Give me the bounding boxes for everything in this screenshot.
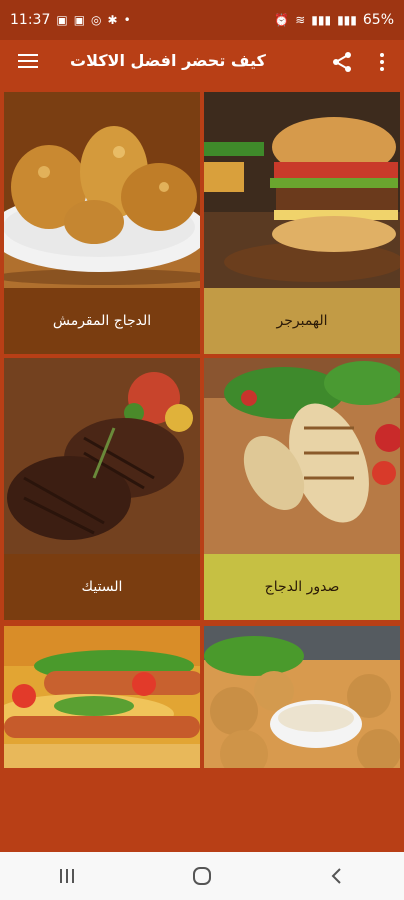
back-icon[interactable] — [317, 860, 357, 892]
recipe-label: الستيك — [4, 554, 200, 620]
recipe-card-chicken-breast[interactable]: صدور الدجاج — [204, 358, 400, 620]
status-bar: 11:37 ▣ ▣ ◎ ✱ • ⏰ ≋ ▮▮▮ ▮▮▮ 65% — [0, 0, 404, 40]
recipe-card-nuggets[interactable] — [204, 626, 400, 768]
more-vert-icon[interactable] — [372, 50, 392, 74]
recipe-card-hotdog[interactable] — [4, 626, 200, 768]
wifi-icon: ≋ — [295, 13, 306, 27]
home-icon[interactable] — [182, 860, 222, 892]
signal-icon: ▮▮▮ — [311, 13, 332, 27]
signal-icon: ▮▮▮ — [337, 13, 357, 27]
status-time: 11:37 — [10, 12, 51, 28]
fried-chicken-image — [4, 92, 200, 288]
gallery-notification-icon: ▣ — [73, 13, 86, 27]
whatsapp-notification-icon: ◎ — [91, 13, 102, 27]
system-nav-bar — [0, 852, 404, 900]
recipe-label: صدور الدجاج — [204, 554, 400, 620]
recipe-card-burger[interactable]: الهمبرجر — [204, 92, 400, 354]
dot-notification-icon: • — [123, 13, 131, 27]
burger-image — [204, 92, 400, 288]
recipe-card-fried-chicken[interactable]: الدجاج المقرمش — [4, 92, 200, 354]
nuggets-image — [204, 626, 400, 768]
app-bar: كيف تحضر افضل الاكلات — [0, 40, 404, 84]
recipe-card-steak[interactable]: الستيك — [4, 358, 200, 620]
recipe-label: الهمبرجر — [204, 288, 400, 354]
alarm-icon: ⏰ — [274, 13, 290, 27]
settings-notification-icon: ✱ — [107, 13, 118, 27]
share-icon[interactable] — [330, 50, 354, 74]
menu-icon[interactable] — [16, 50, 40, 74]
battery-level: 65% — [362, 12, 394, 28]
app-title: كيف تحضر افضل الاكلات — [70, 51, 266, 70]
gallery-notification-icon: ▣ — [56, 13, 68, 27]
recipe-label: الدجاج المقرمش — [4, 288, 200, 354]
hotdog-image — [4, 626, 200, 768]
chicken-breast-image — [204, 358, 400, 554]
steak-image — [4, 358, 200, 554]
recent-apps-icon[interactable] — [47, 860, 87, 892]
